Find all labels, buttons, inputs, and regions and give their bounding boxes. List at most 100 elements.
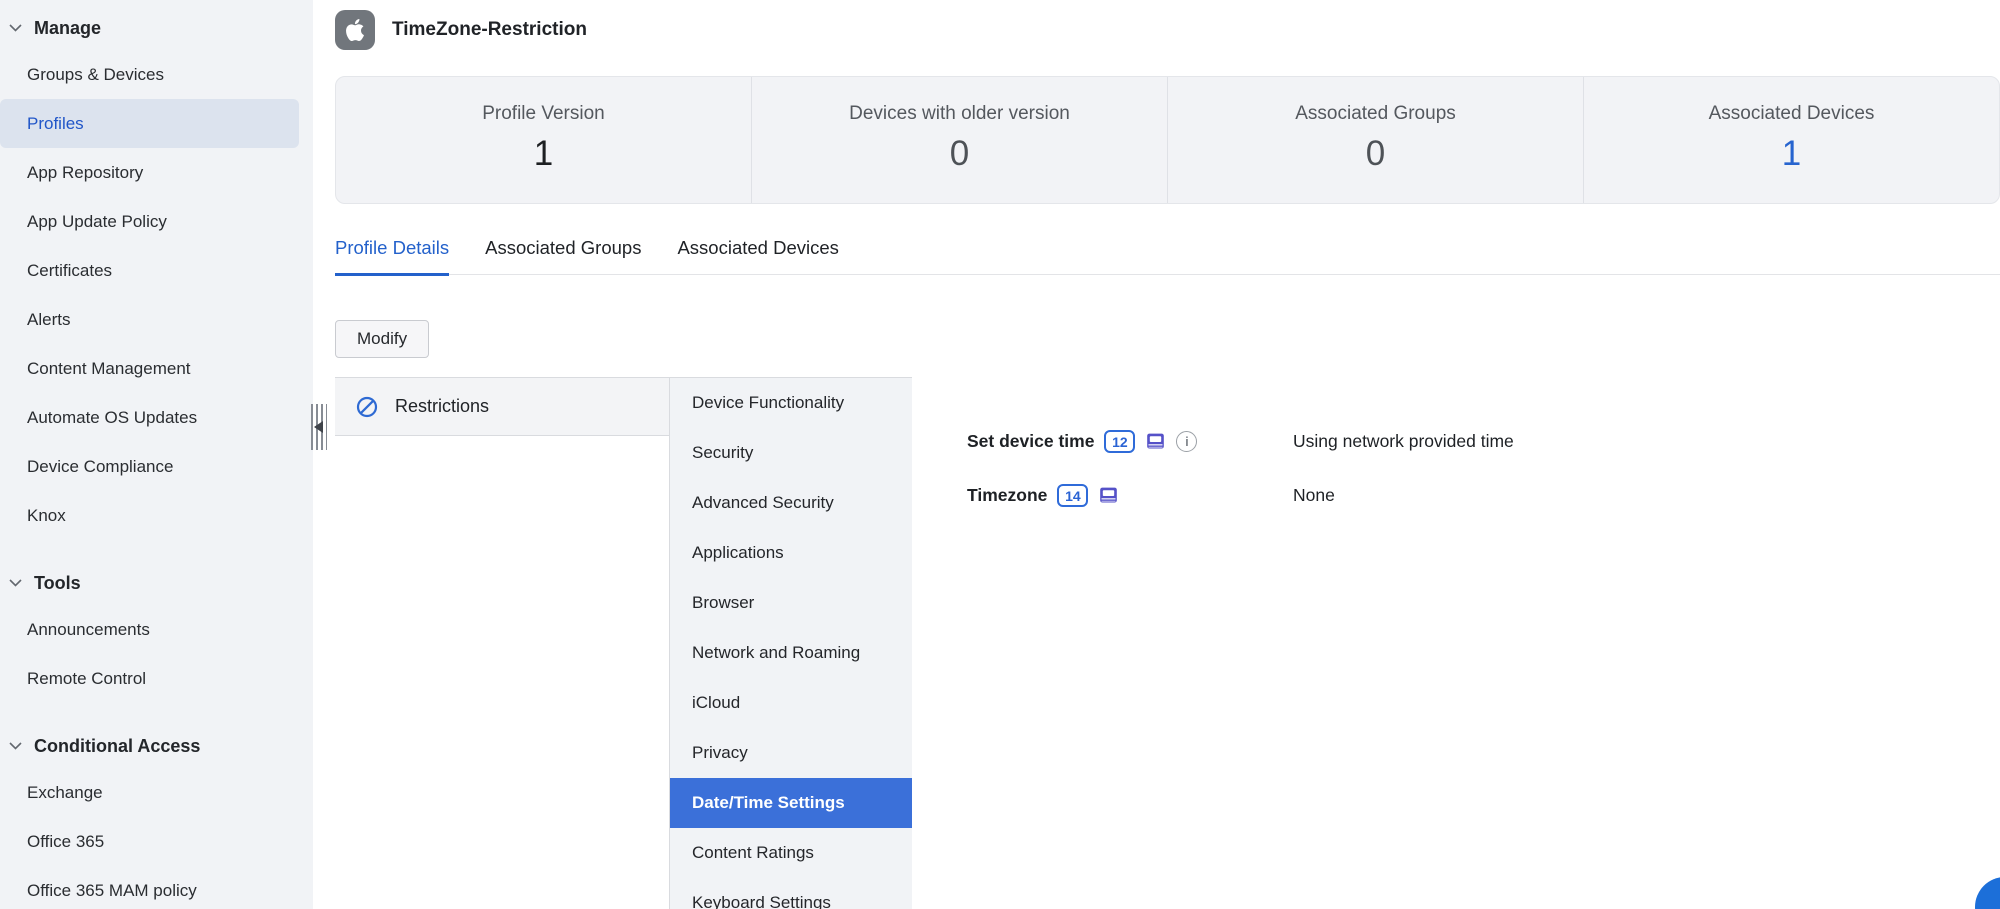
restriction-icon <box>356 396 378 418</box>
sidebar-item-knox[interactable]: Knox <box>0 491 313 540</box>
stat-card-profile-version: Profile Version 1 <box>336 77 751 203</box>
sidebar-section-header-tools[interactable]: Tools <box>0 561 313 605</box>
setting-value: None <box>1293 485 1335 506</box>
modify-button[interactable]: Modify <box>335 320 429 358</box>
sidebar-item-remote-control[interactable]: Remote Control <box>0 654 313 703</box>
payload-item-restrictions[interactable]: Restrictions <box>335 378 669 436</box>
category-keyboard-settings[interactable]: Keyboard Settings <box>670 878 912 909</box>
setting-label: Timezone <box>967 485 1047 506</box>
sidebar-item-exchange[interactable]: Exchange <box>0 768 313 817</box>
setting-label: Set device time <box>967 431 1094 452</box>
os-version-badge: 14 <box>1057 484 1088 507</box>
stat-value-link[interactable]: 1 <box>1584 136 1999 171</box>
setting-value: Using network provided time <box>1293 431 1514 452</box>
category-applications[interactable]: Applications <box>670 528 912 578</box>
sidebar-item-label: Content Management <box>27 359 191 379</box>
tab-associated-devices[interactable]: Associated Devices <box>677 237 838 274</box>
sidebar-item-label: Alerts <box>27 310 70 330</box>
chevron-down-icon <box>9 579 22 587</box>
stat-label: Associated Groups <box>1168 103 1583 125</box>
sidebar-item-device-compliance[interactable]: Device Compliance <box>0 442 313 491</box>
category-browser[interactable]: Browser <box>670 578 912 628</box>
category-advanced-security[interactable]: Advanced Security <box>670 478 912 528</box>
setting-label-group: Set device time 12 i <box>967 430 1293 453</box>
sidebar: Manage Groups & Devices Profiles App Rep… <box>0 0 313 909</box>
section-title: Conditional Access <box>34 736 200 757</box>
stat-label: Associated Devices <box>1584 103 1999 125</box>
sidebar-item-content-management[interactable]: Content Management <box>0 344 313 393</box>
category-network-and-roaming[interactable]: Network and Roaming <box>670 628 912 678</box>
sidebar-section-header-manage[interactable]: Manage <box>0 6 313 50</box>
sidebar-item-announcements[interactable]: Announcements <box>0 605 313 654</box>
sidebar-item-label: Groups & Devices <box>27 65 164 85</box>
sidebar-section-manage: Manage Groups & Devices Profiles App Rep… <box>0 6 313 540</box>
chevron-down-icon <box>9 742 22 750</box>
category-privacy[interactable]: Privacy <box>670 728 912 778</box>
apple-icon <box>335 10 375 50</box>
sidebar-item-app-repository[interactable]: App Repository <box>0 148 313 197</box>
toolbar: Modify <box>335 320 2000 358</box>
category-list: Device Functionality Security Advanced S… <box>670 377 912 909</box>
stat-card-associated-devices: Associated Devices 1 <box>1583 77 1999 203</box>
sidebar-item-label: App Update Policy <box>27 212 167 232</box>
profile-details-panel: Restrictions Device Functionality Securi… <box>335 377 2000 909</box>
page-header: TimeZone-Restriction <box>313 0 2000 76</box>
sidebar-item-label: Office 365 MAM policy <box>27 881 197 901</box>
app-root: Manage Groups & Devices Profiles App Rep… <box>0 0 2000 909</box>
settings-content: Set device time 12 i Using network provi… <box>912 377 2000 909</box>
sidebar-item-label: Exchange <box>27 783 103 803</box>
category-device-functionality[interactable]: Device Functionality <box>670 378 912 428</box>
payload-label: Restrictions <box>395 396 489 417</box>
stat-value: 0 <box>752 136 1167 171</box>
setting-row-set-device-time: Set device time 12 i Using network provi… <box>967 425 2000 458</box>
sidebar-item-profiles[interactable]: Profiles <box>0 99 299 148</box>
sidebar-section-tools: Tools Announcements Remote Control <box>0 561 313 703</box>
sidebar-item-label: Certificates <box>27 261 112 281</box>
sidebar-item-label: Knox <box>27 506 66 526</box>
sidebar-item-office-365-mam-policy[interactable]: Office 365 MAM policy <box>0 866 313 909</box>
sidebar-item-label: Office 365 <box>27 832 104 852</box>
sidebar-item-label: Profiles <box>27 114 84 134</box>
sidebar-item-automate-os-updates[interactable]: Automate OS Updates <box>0 393 313 442</box>
stats-panel: Profile Version 1 Devices with older ver… <box>335 76 2000 204</box>
sidebar-item-certificates[interactable]: Certificates <box>0 246 313 295</box>
sidebar-item-label: Remote Control <box>27 669 146 689</box>
sidebar-item-label: App Repository <box>27 163 143 183</box>
stat-card-devices-older-version: Devices with older version 0 <box>751 77 1167 203</box>
monitor-icon <box>1145 431 1166 452</box>
os-version-badge: 12 <box>1104 430 1135 453</box>
section-title: Manage <box>34 18 101 39</box>
tabs: Profile Details Associated Groups Associ… <box>335 237 2000 275</box>
payload-list: Restrictions <box>335 377 670 909</box>
setting-label-group: Timezone 14 <box>967 484 1293 507</box>
category-content-ratings[interactable]: Content Ratings <box>670 828 912 878</box>
setting-row-timezone: Timezone 14 None <box>967 479 2000 512</box>
stat-label: Profile Version <box>336 103 751 125</box>
chevron-down-icon <box>9 24 22 32</box>
sidebar-item-label: Device Compliance <box>27 457 173 477</box>
collapse-left-arrow-icon <box>314 421 323 433</box>
info-icon[interactable]: i <box>1176 431 1197 452</box>
stat-value: 0 <box>1168 136 1583 171</box>
payload-body <box>335 436 669 909</box>
category-date-time-settings[interactable]: Date/Time Settings <box>670 778 912 828</box>
monitor-icon <box>1098 485 1119 506</box>
category-icloud[interactable]: iCloud <box>670 678 912 728</box>
sidebar-item-alerts[interactable]: Alerts <box>0 295 313 344</box>
main-content: TimeZone-Restriction Profile Version 1 D… <box>313 0 2000 909</box>
sidebar-section-header-conditional-access[interactable]: Conditional Access <box>0 724 313 768</box>
sidebar-item-label: Automate OS Updates <box>27 408 197 428</box>
profile-name: TimeZone-Restriction <box>392 19 587 41</box>
sidebar-item-groups-devices[interactable]: Groups & Devices <box>0 50 313 99</box>
sidebar-item-app-update-policy[interactable]: App Update Policy <box>0 197 313 246</box>
sidebar-item-label: Announcements <box>27 620 150 640</box>
stat-card-associated-groups: Associated Groups 0 <box>1167 77 1583 203</box>
category-security[interactable]: Security <box>670 428 912 478</box>
tab-associated-groups[interactable]: Associated Groups <box>485 237 641 274</box>
section-title: Tools <box>34 573 81 594</box>
stat-value: 1 <box>336 136 751 171</box>
tab-profile-details[interactable]: Profile Details <box>335 237 449 276</box>
panel-collapse-handle[interactable] <box>311 404 327 450</box>
sidebar-item-office-365[interactable]: Office 365 <box>0 817 313 866</box>
stat-label: Devices with older version <box>752 103 1167 125</box>
